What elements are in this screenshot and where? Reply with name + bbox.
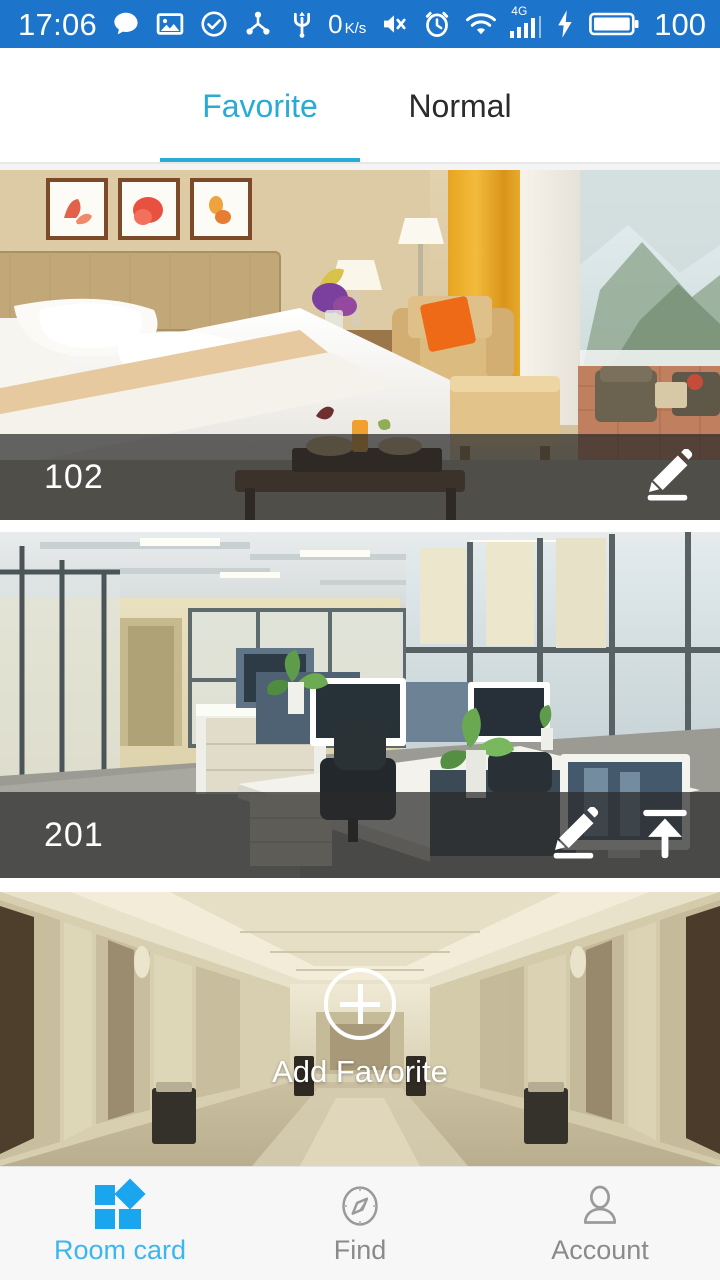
charging-icon [558, 10, 572, 38]
bottom-navigation: Room card Find Account [0, 1166, 720, 1280]
person-icon [577, 1183, 623, 1229]
room-card-201[interactable]: 201 [0, 532, 720, 878]
room-card-102-actions [640, 448, 694, 506]
add-favorite-button[interactable]: Add Favorite [0, 892, 720, 1166]
room-card-102[interactable]: 102 [0, 170, 720, 520]
edit-icon[interactable] [546, 806, 600, 864]
network-speed-unit-top: K [344, 19, 355, 37]
usb-icon [294, 11, 311, 38]
app-root: 17:06 0 K/s 4G 100 Favorite Normal 102 2… [0, 0, 720, 1280]
battery-icon [589, 12, 639, 36]
room-card-201-actions [546, 805, 694, 866]
plus-circle-icon [324, 968, 396, 1040]
tab-bar: Favorite Normal [0, 48, 720, 164]
nav-item-room-card-label: Room card [53, 1235, 187, 1265]
nav-item-account[interactable]: Account [480, 1167, 720, 1280]
room-card-list: 102 201 Add Favorite [0, 170, 720, 1166]
compass-icon [337, 1183, 383, 1229]
status-bar-clock: 17:06 [18, 6, 98, 42]
status-bar: 17:06 0 K/s 4G 100 [0, 0, 720, 48]
signal-icon: 4G [510, 5, 542, 38]
room-card-102-overlay: 102 [0, 434, 720, 520]
room-card-201-label: 201 [44, 815, 104, 854]
gallery-icon [156, 13, 184, 35]
battery-percent-label: 100 [654, 6, 706, 42]
network-speed-indicator: 0 K/s [328, 9, 366, 40]
upload-icon[interactable] [636, 805, 694, 866]
share-icon [246, 11, 270, 35]
network-type-label: 4G [511, 4, 528, 18]
tab-bar-divider [0, 162, 720, 164]
network-speed-unit: K/s [344, 19, 367, 37]
nav-item-account-label: Account [551, 1235, 649, 1265]
check-circle-icon [201, 11, 227, 37]
mute-icon [384, 15, 406, 33]
message-icon [114, 12, 138, 35]
wifi-icon [466, 13, 497, 35]
tab-favorite[interactable]: Favorite [160, 48, 360, 164]
tab-normal[interactable]: Normal [360, 48, 560, 164]
network-speed-value: 0 [328, 8, 343, 39]
room-card-201-overlay: 201 [0, 792, 720, 878]
signal-bars [510, 18, 536, 38]
card-gap-1 [0, 520, 720, 532]
status-bar-left: 17:06 [18, 9, 317, 40]
network-speed-unit-bottom: s [358, 19, 367, 37]
alarm-icon [426, 11, 449, 38]
edit-icon[interactable] [640, 448, 694, 506]
add-favorite-label: Add Favorite [272, 1054, 448, 1089]
add-favorite-card[interactable]: Add Favorite [0, 892, 720, 1166]
status-bar-right: 0 K/s 4G 100 [328, 5, 706, 42]
room-card-102-label: 102 [44, 457, 104, 496]
room-card-icon [95, 1178, 146, 1229]
nav-item-room-card[interactable]: Room card [0, 1167, 240, 1280]
nav-item-find-label: Find [333, 1235, 387, 1265]
signal-divider [539, 16, 542, 38]
card-gap-2 [0, 878, 720, 892]
nav-item-find[interactable]: Find [240, 1167, 480, 1280]
